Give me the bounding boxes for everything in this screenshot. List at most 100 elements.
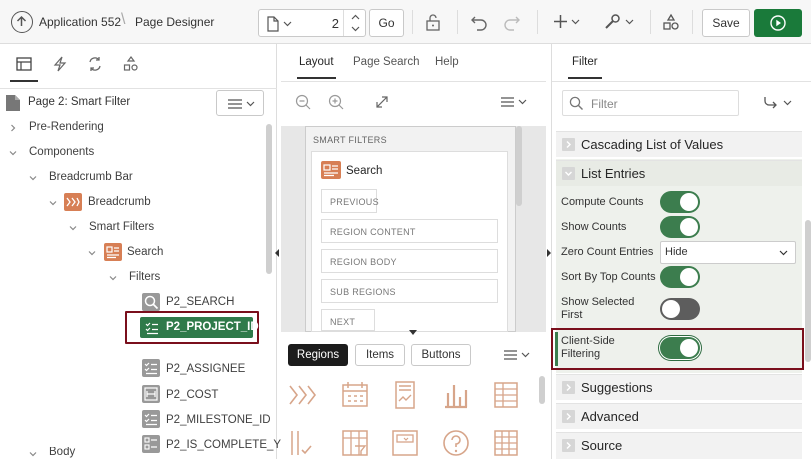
page-stepper[interactable] xyxy=(343,10,366,36)
gallery-tab-regions[interactable]: Regions xyxy=(288,344,348,366)
slot-next[interactable]: NEXT xyxy=(321,309,375,331)
breadcrumb-separator: \ xyxy=(121,11,126,28)
go-button[interactable]: Go xyxy=(369,9,404,37)
tab-filter[interactable]: Filter xyxy=(572,56,598,68)
tree-node-label: Components xyxy=(29,146,95,158)
redo-icon[interactable] xyxy=(503,13,521,31)
save-button[interactable]: Save xyxy=(702,9,750,37)
range-filter-icon xyxy=(142,385,160,403)
slot-region-content[interactable]: REGION CONTENT xyxy=(321,219,498,243)
zero-count-entries-select[interactable]: Hide xyxy=(660,241,796,264)
tree-node-filters[interactable]: Filters xyxy=(0,265,265,290)
smart-filters-label: SMART FILTERS xyxy=(313,135,387,145)
dynamic-actions-icon[interactable] xyxy=(53,56,67,72)
faceted-search-icon[interactable] xyxy=(338,426,372,459)
rendering-tree-panel: Page 2: Smart Filter Pre-Rendering Compo… xyxy=(0,44,281,459)
gallery-splitter[interactable] xyxy=(281,329,546,337)
section-cascading-lov[interactable]: Cascading List of Values xyxy=(556,131,802,157)
checklist-region-icon[interactable] xyxy=(287,426,321,459)
shared-components-tab-icon[interactable] xyxy=(123,56,139,72)
compute-counts-toggle[interactable] xyxy=(660,191,700,213)
checklist-filter-icon xyxy=(142,410,160,428)
tree-node-p2-assignee[interactable]: P2_ASSIGNEE xyxy=(0,355,265,380)
tree-scrollbar[interactable] xyxy=(266,124,272,274)
slot-sub-regions[interactable]: SUB REGIONS xyxy=(321,279,498,303)
tree-node-components[interactable]: Components xyxy=(0,140,265,165)
property-scrollbar[interactable] xyxy=(805,220,811,362)
layout-scrollbar[interactable] xyxy=(516,126,522,206)
gallery-tab-items[interactable]: Items xyxy=(355,344,405,366)
page-icon xyxy=(6,95,20,111)
show-selected-first-toggle[interactable] xyxy=(660,298,700,320)
unlock-icon[interactable] xyxy=(424,13,442,31)
collapse-down-icon xyxy=(409,330,417,335)
section-list-entries[interactable]: List Entries xyxy=(556,160,802,186)
client-side-filtering-toggle[interactable] xyxy=(660,337,700,359)
tree-node-label: Breadcrumb Bar xyxy=(49,171,133,183)
show-counts-toggle[interactable] xyxy=(660,216,700,238)
sort-by-top-counts-toggle[interactable] xyxy=(660,266,700,288)
expand-icon[interactable] xyxy=(375,95,389,109)
shared-components-icon[interactable] xyxy=(662,13,680,31)
slot-region-body[interactable]: REGION BODY xyxy=(321,249,498,273)
tree-node-smart-filters[interactable]: Smart Filters xyxy=(0,215,265,240)
chevron-down-icon xyxy=(29,176,37,181)
gallery-menu-button[interactable] xyxy=(502,347,534,363)
wrench-icon xyxy=(605,14,620,29)
grid-region-icon[interactable] xyxy=(489,426,523,459)
tree-menu-button[interactable] xyxy=(216,90,264,116)
tree-node-body[interactable]: Body xyxy=(0,447,265,459)
tab-help[interactable]: Help xyxy=(435,56,459,68)
zoom-in-icon[interactable] xyxy=(328,94,344,110)
page-icon xyxy=(267,16,279,32)
gallery-tab-buttons[interactable]: Buttons xyxy=(411,344,471,366)
tree-node-breadcrumb[interactable]: Breadcrumb xyxy=(0,190,265,215)
tab-rendering[interactable] xyxy=(10,50,38,82)
tree-node-label: Smart Filters xyxy=(89,221,155,233)
tree-node-p2-cost[interactable]: P2_COST xyxy=(0,381,265,406)
tab-page-search[interactable]: Page Search xyxy=(353,56,420,68)
zoom-out-icon[interactable] xyxy=(295,94,311,110)
utilities-menu-button[interactable] xyxy=(604,12,636,32)
tree-node-breadcrumb-bar[interactable]: Breadcrumb Bar xyxy=(0,165,265,190)
section-source[interactable]: Source xyxy=(556,432,802,459)
help-region-icon[interactable] xyxy=(439,426,473,459)
tree-node-search[interactable]: Search xyxy=(0,240,265,265)
tree-node-pre-rendering[interactable]: Pre-Rendering xyxy=(0,115,265,140)
processing-icon[interactable] xyxy=(87,56,103,72)
gallery-scrollbar[interactable] xyxy=(539,376,545,404)
app-home-icon[interactable] xyxy=(11,11,33,33)
breadcrumb-region-icon[interactable] xyxy=(287,378,321,412)
app-link[interactable]: Application 552 xyxy=(39,15,121,29)
chevron-down-icon xyxy=(88,251,96,256)
tab-layout[interactable]: Layout xyxy=(299,56,334,68)
goto-group-button[interactable] xyxy=(761,94,795,112)
left-splitter[interactable] xyxy=(273,44,281,459)
undo-icon[interactable] xyxy=(470,13,488,31)
page-number-input[interactable]: 2 xyxy=(324,16,339,31)
card-region-icon[interactable] xyxy=(388,378,422,412)
form-region-icon[interactable] xyxy=(388,426,422,459)
layout-menu-button[interactable] xyxy=(499,94,531,110)
section-advanced[interactable]: Advanced xyxy=(556,403,802,429)
chart-region-icon[interactable] xyxy=(439,378,473,412)
calendar-region-icon[interactable] xyxy=(338,378,372,412)
prop-label: Show Selected First xyxy=(561,296,635,321)
checklist-filter-icon xyxy=(142,359,160,377)
tree-node-p2-milestone-id[interactable]: P2_MILESTONE_ID xyxy=(0,406,271,431)
list-region-icon[interactable] xyxy=(489,378,523,412)
run-button[interactable] xyxy=(754,9,802,37)
slot-previous[interactable]: PREVIOUS xyxy=(321,189,379,213)
plus-icon xyxy=(554,15,567,28)
page-selector[interactable]: 2 xyxy=(258,9,366,37)
prop-label: Compute Counts xyxy=(561,196,644,208)
region-icon xyxy=(321,161,341,179)
chevron-down-icon xyxy=(29,452,37,457)
prop-label: Zero Count Entries xyxy=(561,246,654,258)
section-suggestions[interactable]: Suggestions xyxy=(556,374,802,400)
filter-search-field[interactable]: Filter xyxy=(562,90,739,116)
create-menu-button[interactable] xyxy=(551,12,583,32)
tree-node-p2-project-id[interactable]: P2_PROJECT_ID xyxy=(125,311,259,344)
prop-label: Client-Side Filtering xyxy=(561,335,615,360)
chevron-down-icon xyxy=(779,250,788,256)
